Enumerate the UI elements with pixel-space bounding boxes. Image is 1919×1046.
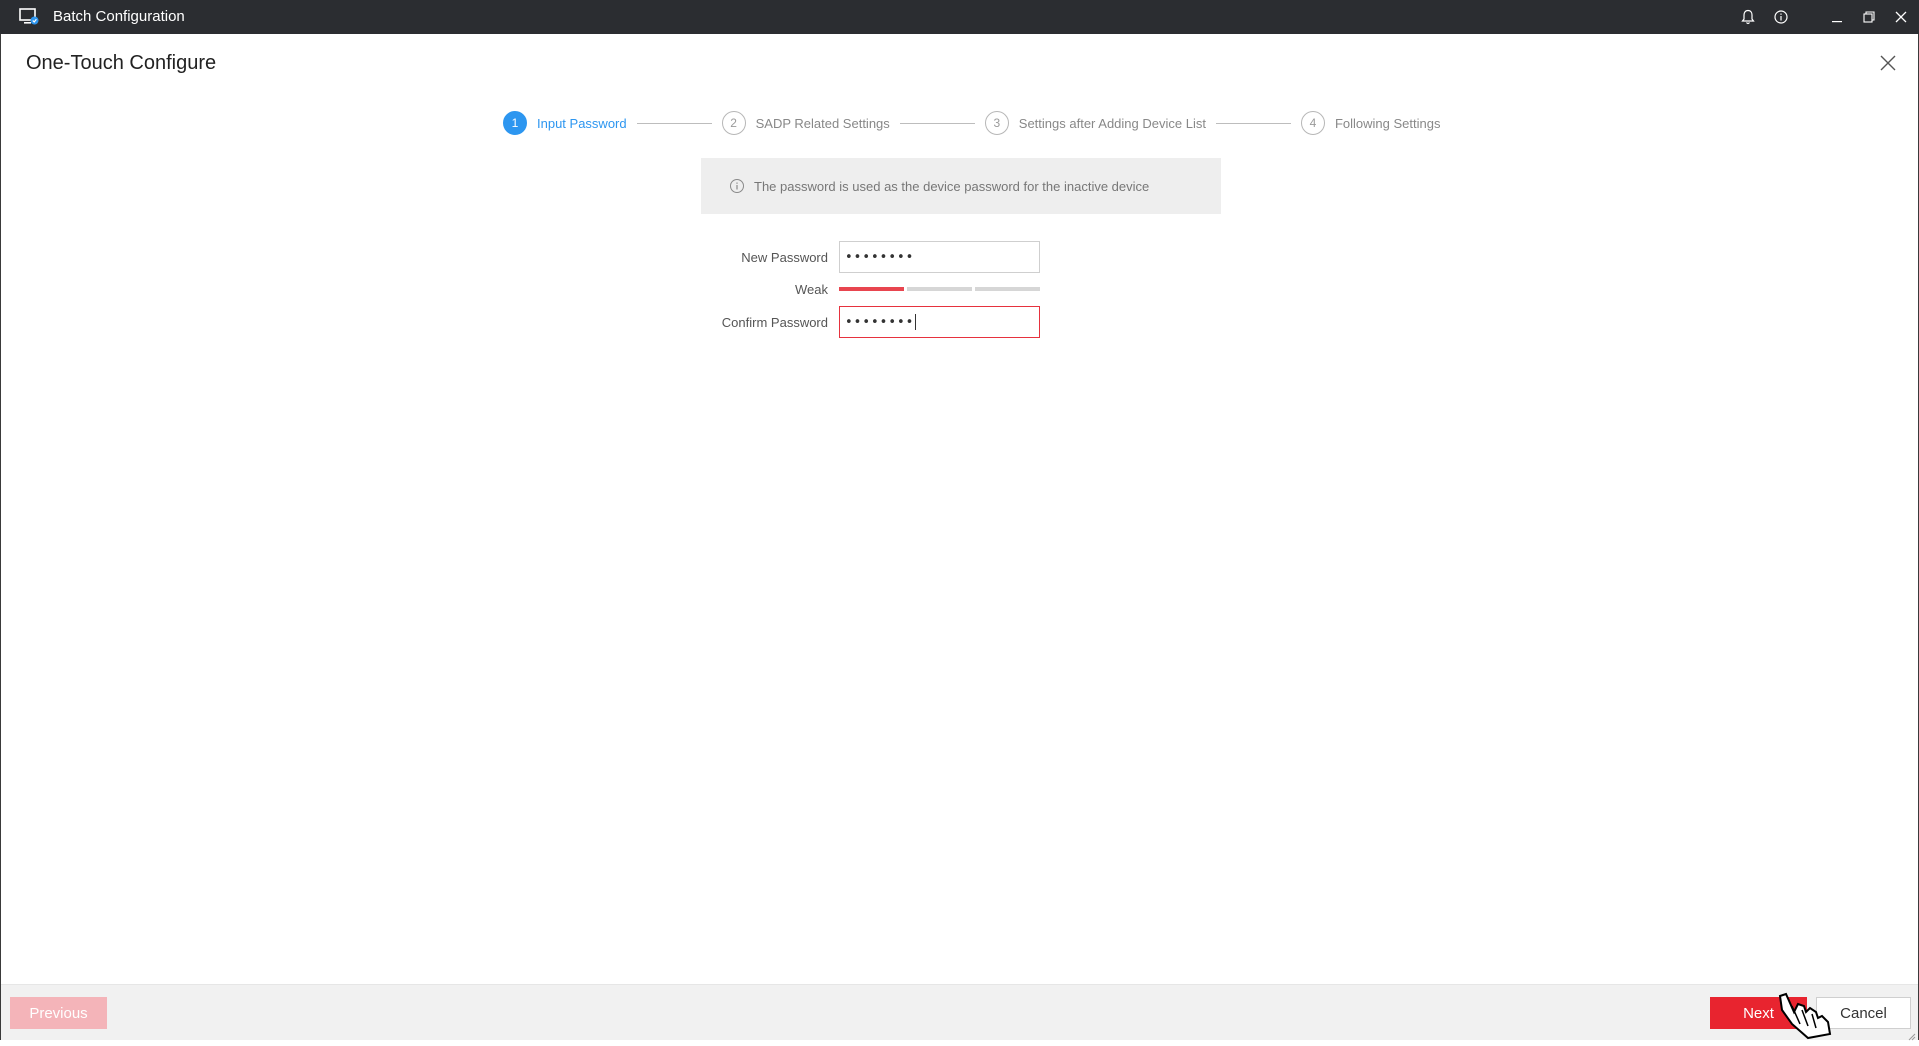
close-icon[interactable]	[1886, 0, 1916, 34]
cancel-button[interactable]: Cancel	[1816, 997, 1911, 1029]
new-password-value: ••••••••	[845, 249, 915, 265]
new-password-label: New Password	[741, 250, 828, 265]
step-sadp-related-settings[interactable]: 2 SADP Related Settings	[721, 111, 890, 135]
step-label: Input Password	[537, 115, 627, 131]
step-label: Settings after Adding Device List	[1018, 115, 1206, 131]
step-label: Following Settings	[1334, 115, 1441, 131]
step-label: SADP Related Settings	[755, 115, 890, 131]
step-number: 4	[1300, 111, 1325, 135]
dialog-close-icon[interactable]	[1878, 53, 1898, 73]
password-strength-label: Weak	[795, 282, 828, 297]
wizard-stepper: 1 Input Password 2 SADP Related Settings…	[503, 110, 1440, 136]
step-number: 2	[721, 111, 746, 135]
restore-icon[interactable]	[1854, 0, 1884, 34]
bell-icon[interactable]	[1733, 0, 1763, 34]
step-settings-after-adding-device-list[interactable]: 3 Settings after Adding Device List	[984, 111, 1206, 135]
password-strength-meter	[839, 287, 1040, 291]
new-password-field[interactable]: ••••••••	[839, 241, 1040, 273]
text-caret	[915, 314, 917, 330]
app-icon	[19, 8, 39, 26]
info-icon[interactable]	[1766, 0, 1796, 34]
resize-grip-icon[interactable]	[1906, 1028, 1916, 1041]
step-number: 3	[984, 111, 1009, 135]
window-title: Batch Configuration	[53, 8, 185, 25]
dialog-page: One-Touch Configure 1 Input Password 2 S…	[0, 34, 1919, 1041]
confirm-password-field[interactable]: ••••••••	[839, 306, 1040, 338]
step-connector	[636, 122, 712, 124]
next-button[interactable]: Next	[1710, 997, 1807, 1029]
window-titlebar: Batch Configuration	[0, 0, 1919, 34]
step-following-settings[interactable]: 4 Following Settings	[1300, 111, 1441, 135]
step-connector	[899, 122, 975, 124]
strength-segment	[907, 287, 972, 291]
info-circle-icon	[729, 178, 745, 194]
step-input-password[interactable]: 1 Input Password	[503, 111, 627, 135]
previous-button[interactable]: Previous	[10, 997, 107, 1029]
info-notice: The password is used as the device passw…	[701, 158, 1221, 214]
footer-bar: Previous Next Cancel	[1, 984, 1918, 1041]
minimize-icon[interactable]	[1822, 0, 1852, 34]
step-connector	[1215, 122, 1291, 124]
strength-segment	[839, 287, 904, 291]
info-text: The password is used as the device passw…	[754, 178, 1150, 194]
confirm-password-label: Confirm Password	[721, 315, 828, 330]
page-title: One-Touch Configure	[26, 52, 217, 74]
step-number: 1	[503, 111, 527, 135]
strength-segment	[975, 287, 1040, 291]
confirm-password-value: ••••••••	[845, 314, 915, 330]
